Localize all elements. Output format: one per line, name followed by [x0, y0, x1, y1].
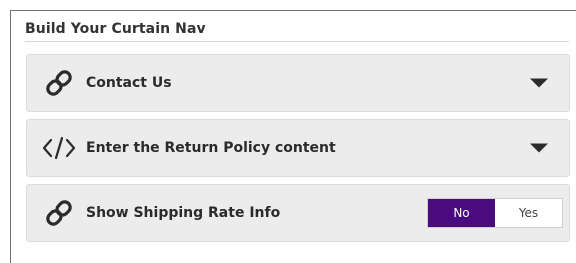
- toggle-option-no[interactable]: No: [428, 199, 495, 227]
- section-label-contact-us: Contact Us: [86, 75, 172, 91]
- section-return-policy[interactable]: Enter the Return Policy content: [26, 119, 570, 177]
- section-contact-us[interactable]: Contact Us: [26, 54, 570, 112]
- shipping-rate-toggle[interactable]: No Yes: [427, 198, 563, 228]
- link-icon: [42, 66, 76, 100]
- curtain-nav-panel: Build Your Curtain Nav Contact Us Enter …: [10, 10, 576, 263]
- code-icon: [42, 131, 76, 165]
- title-divider: [25, 41, 569, 42]
- section-shipping-rate-info: Show Shipping Rate Info No Yes: [26, 184, 570, 242]
- chevron-down-icon[interactable]: [530, 143, 548, 153]
- toggle-option-yes[interactable]: Yes: [495, 199, 562, 227]
- panel-title: Build Your Curtain Nav: [25, 21, 206, 37]
- section-label-shipping-rate-info: Show Shipping Rate Info: [86, 205, 281, 221]
- chevron-down-icon[interactable]: [530, 78, 548, 88]
- section-label-return-policy: Enter the Return Policy content: [86, 140, 336, 156]
- link-icon: [42, 196, 76, 230]
